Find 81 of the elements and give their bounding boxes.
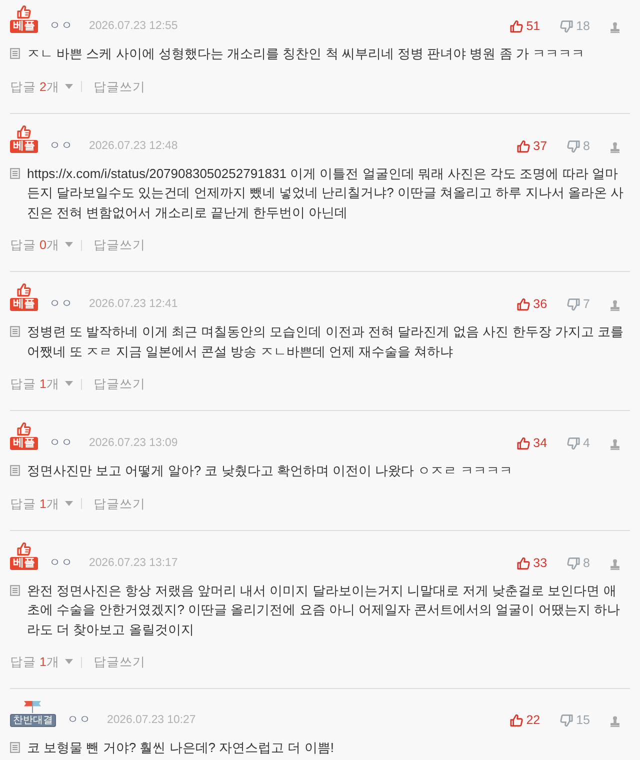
stamp-icon[interactable] — [610, 439, 620, 450]
memo-icon — [10, 48, 20, 59]
best-comment-label: 베플 — [10, 437, 38, 450]
memo-icon — [10, 465, 20, 476]
replies-toggle[interactable]: 답글 0개 — [10, 235, 74, 255]
upvote-button[interactable]: 22 — [510, 714, 540, 727]
comment-text: ㅈㄴ 바쁜 스케 사이에 성형했다는 개소리를 칭찬인 척 씨부리네 정병 판녀야 병원 좀 가 ㅋㅋㅋㅋ — [27, 45, 586, 63]
thumbs-up-icon — [17, 422, 31, 436]
memo-icon — [10, 326, 20, 337]
thumbs-up-icon — [17, 124, 31, 138]
downvote-button[interactable]: 18 — [560, 20, 590, 33]
thumbs-up-icon — [517, 437, 530, 450]
stamp-icon[interactable] — [610, 142, 620, 152]
thumbs-up-icon — [517, 556, 530, 570]
comment-text: 완전 정면사진은 항상 저랬음 앞머리 내서 이미지 달라보이는거지 니말대로 저게 낮춘걸로 보인다면 애초에 수술을 안한거였겠지? 이딴글 올리기전에 요즘 아니 어제일자 콘서트에서의 얼굴이 어땠는지 하나라도 더 찾아보고 올릴것이지 — [27, 582, 621, 638]
replies-toggle[interactable]: 답글 1개 — [10, 494, 74, 514]
write-reply-link[interactable]: 답글쓰기 — [93, 76, 146, 96]
stamp-icon[interactable] — [610, 300, 620, 311]
comment-date: 2026.07.23 13:09 — [89, 437, 178, 450]
caret-icon — [65, 659, 74, 664]
thumbs-up-icon — [17, 283, 31, 297]
write-reply-link[interactable]: 답글쓰기 — [93, 652, 146, 672]
upvote-button[interactable]: 36 — [517, 298, 548, 311]
thumbs-up-icon — [517, 140, 530, 152]
write-reply-link[interactable]: 답글쓰기 — [93, 374, 146, 394]
downvote-button[interactable]: 8 — [567, 556, 590, 570]
author-name[interactable]: ㅇㅇ — [49, 437, 73, 450]
downvote-button[interactable]: 7 — [567, 298, 590, 311]
upvote-button[interactable]: 37 — [517, 140, 548, 152]
upvote-button[interactable]: 51 — [510, 20, 540, 33]
thumbs-down-icon — [567, 437, 580, 450]
caret-icon — [65, 84, 74, 88]
author-name[interactable]: ㅇㅇ — [49, 20, 73, 33]
thumbs-up-icon — [510, 714, 524, 727]
comment-date: 2026.07.23 12:55 — [89, 20, 178, 33]
downvote-button[interactable]: 8 — [567, 140, 590, 152]
caret-icon — [65, 242, 74, 247]
best-comment-label: 베플 — [10, 298, 38, 311]
thumbs-down-icon — [560, 20, 574, 33]
comment-text: 정병련 또 발작하네 이게 최근 며칠동안의 모습인데 이전과 전혀 달라진게 없음 사진 한두장 가지고 코를 어쨌네 또 ㅈㄹ 지금 일본에서 콘설 방송 ㅈㄴ바쁜데 언제 재수술을 쳐하냐 — [27, 323, 624, 360]
memo-icon — [10, 168, 20, 178]
comment-date: 2026.07.23 12:48 — [89, 140, 178, 152]
author-name[interactable]: ㅇㅇ — [49, 298, 73, 311]
thumbs-down-icon — [567, 140, 580, 152]
memo-icon — [10, 742, 20, 753]
write-reply-link[interactable]: 답글쓰기 — [93, 235, 146, 255]
thumbs-up-icon — [510, 20, 524, 33]
author-name[interactable]: ㅇㅇ — [49, 556, 73, 570]
caret-icon — [65, 500, 74, 506]
comment-text: 코 보형물 뺀 거야? 훨씬 나은데? 자연스럽고 더 이쁨! — [27, 739, 335, 757]
comment-text: https://x.com/i/status/2079083050252791831 이게 이틀전 얼굴인데 뭐래 사진은 각도 조명에 따라 얼마든지 달라보일수도 있는건데 언제까지 뺐네 넣었네 난리칠거냐? 이딴글 쳐올리고 하루 지나서 올라온 사진은 전혀 변함없어서 개소리로 끝난게 한두번이 아닌데 — [27, 164, 624, 222]
best-comment-label: 베플 — [10, 556, 38, 570]
thumbs-up-icon — [517, 298, 530, 311]
write-reply-link[interactable]: 답글쓰기 — [93, 494, 146, 514]
downvote-button[interactable]: 4 — [567, 437, 590, 450]
comment-date: 2026.07.23 13:17 — [89, 556, 178, 570]
replies-toggle[interactable]: 답글 1개 — [10, 652, 74, 672]
upvote-button[interactable]: 33 — [517, 556, 548, 570]
stamp-icon[interactable] — [610, 22, 620, 33]
comment-text: 정면사진만 보고 어떻게 알아? 코 낮췄다고 확언하며 이전이 나왔다 ㅇㅈㄹ ㅋㅋㅋㅋ — [27, 462, 514, 480]
memo-icon — [10, 584, 20, 596]
upvote-button[interactable]: 34 — [517, 437, 548, 450]
caret-icon — [65, 381, 74, 386]
flags-icon — [22, 700, 44, 713]
best-comment-label: 베플 — [10, 140, 38, 152]
downvote-button[interactable]: 15 — [560, 714, 590, 727]
best-comment-label: 베플 — [10, 20, 38, 33]
thumbs-down-icon — [567, 298, 580, 311]
stamp-icon[interactable] — [610, 558, 620, 570]
author-name[interactable]: ㅇㅇ — [67, 714, 91, 727]
comment-date: 2026.07.23 10:27 — [107, 714, 196, 727]
replies-toggle[interactable]: 답글 2개 — [10, 76, 74, 96]
comment-date: 2026.07.23 12:41 — [89, 298, 178, 311]
replies-toggle[interactable]: 답글 1개 — [10, 374, 74, 394]
thumbs-up-icon — [17, 5, 31, 19]
author-name[interactable]: ㅇㅇ — [49, 140, 73, 152]
stamp-icon[interactable] — [610, 716, 620, 727]
thumbs-down-icon — [567, 556, 580, 570]
thumbs-up-icon — [17, 542, 31, 556]
debate-label: 찬반대결 — [10, 714, 56, 727]
thumbs-down-icon — [560, 714, 574, 727]
